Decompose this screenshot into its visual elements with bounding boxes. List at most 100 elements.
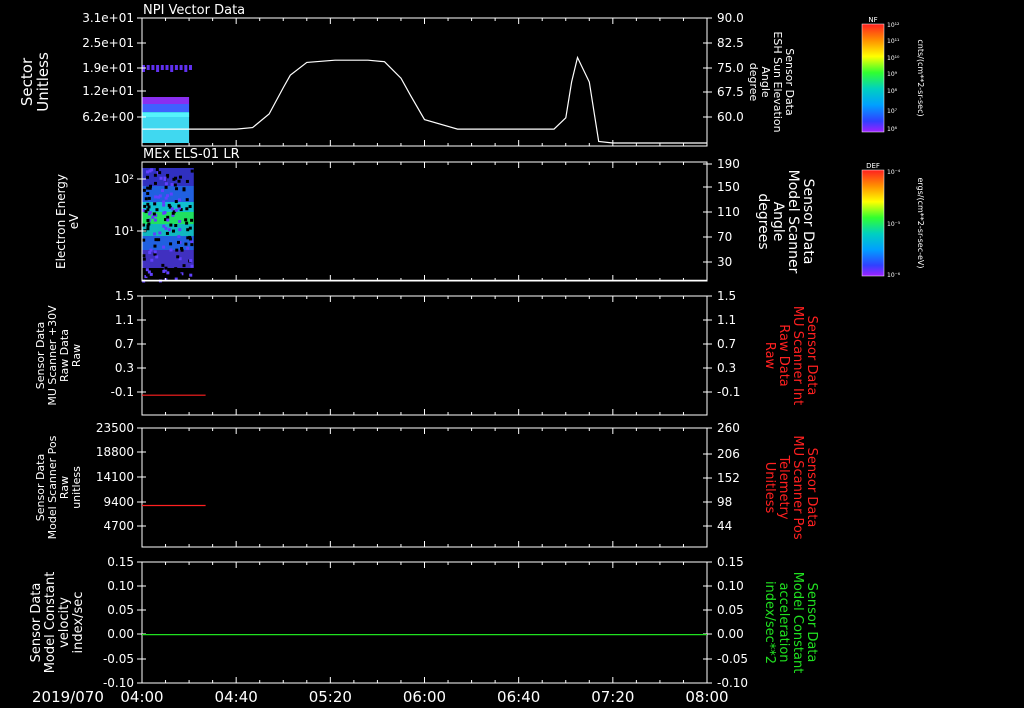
y-tick-label-right: 67.5	[717, 85, 744, 99]
els-heatmap-speckle	[177, 179, 181, 183]
colorbar-tick-label: 10¹⁰	[887, 55, 900, 62]
colorbar-tick-label: 10⁻⁶	[887, 272, 901, 279]
y-tick-label-right: 110	[717, 205, 740, 219]
y-tick-label-left: 10²	[114, 172, 134, 186]
els-heatmap-speckle	[170, 207, 174, 211]
els-heatmap-speckle	[142, 254, 146, 258]
x-tick-label: 08:00	[685, 688, 728, 706]
y-tick-label-right: -0.1	[717, 385, 740, 399]
els-heatmap-speckle	[184, 242, 188, 246]
x-tick-label: 06:00	[403, 688, 446, 706]
els-heatmap-speckle	[164, 226, 168, 230]
y-axis-label-right: Model Scanner	[785, 170, 801, 274]
multi-panel-timeseries-plot: 3.1e+01 2.5e+01 1.9e+01 1.2e+01 6.2e+00 90.0 8…	[18, 3, 925, 706]
els-heatmap-speckle	[190, 240, 194, 244]
els-heatmap-speckle	[158, 171, 162, 175]
y-axis-label-left: Electron Energy	[54, 174, 68, 269]
els-heatmap-speckle	[153, 232, 157, 236]
els-heatmap-speckle	[146, 224, 150, 228]
npi-heatmap	[142, 65, 192, 143]
y-tick-label-right: 152	[717, 471, 740, 485]
y-axis-label-left: index/sec	[71, 592, 86, 654]
panel-frame	[141, 17, 708, 147]
els-heatmap-speckle	[174, 200, 178, 204]
els-heatmap-speckle	[175, 187, 179, 191]
y-tick-label-left: -0.1	[111, 385, 134, 399]
y-tick-label-left: 0.05	[107, 603, 134, 617]
npi-heatmap-cell	[179, 65, 183, 70]
colorbar-els: DEF 10⁻⁴ 10⁻⁵ 10⁻⁶ ergs/(cm**2-sr-sec-eV)	[861, 162, 925, 279]
y-tick-label-left: 18800	[96, 445, 134, 459]
y-axis-label-right: Sensor Data	[800, 179, 816, 265]
npi-heatmap-cell	[156, 65, 160, 72]
els-heatmap-speckle	[164, 185, 168, 189]
els-heatmap-speckle	[164, 266, 168, 270]
y-tick-label-right: 90.0	[717, 11, 744, 25]
els-heatmap-speckle	[169, 272, 173, 276]
els-heatmap-speckle	[155, 255, 159, 259]
els-heatmap-speckle	[146, 175, 150, 179]
y-axis-label-left: Sensor Data	[29, 583, 44, 663]
panel-5: 0.150.100.050.00-0.05-0.100.150.100.050.…	[29, 555, 819, 690]
els-heatmap-speckle	[148, 251, 152, 255]
y-tick-label-right: 0.00	[717, 627, 744, 641]
els-heatmap-speckle	[169, 242, 173, 246]
y-tick-label-left: 0.10	[107, 579, 134, 593]
y-axis-label-left: Raw	[70, 344, 83, 367]
els-heatmap-speckle	[162, 203, 166, 207]
y-tick-label-left: -0.05	[103, 652, 134, 666]
els-heatmap-speckle	[185, 198, 189, 202]
colorbar-tick-label: 10⁻⁵	[887, 221, 901, 228]
y-tick-label-right: 70	[717, 230, 732, 244]
y-axis-label-right: Unitless	[762, 462, 777, 514]
x-tick-label: 06:40	[497, 688, 540, 706]
y-axis-label-right: Model Constant	[790, 572, 805, 674]
colorbar-tick-label: 10⁸	[887, 88, 898, 95]
y-tick-label-right: 60.0	[717, 110, 744, 124]
x-tick-label: 04:00	[120, 688, 163, 706]
colorbar-tick-label: 10⁷	[887, 108, 898, 115]
y-tick-label-left: 6.2e+00	[82, 110, 134, 124]
els-heatmap-speckle	[174, 208, 178, 212]
x-tick-label: 04:40	[215, 688, 258, 706]
y-tick-label-right: 75.0	[717, 61, 744, 75]
y-tick-label-left: 23500	[96, 421, 134, 435]
els-heatmap-speckle	[174, 267, 178, 271]
els-heatmap-speckle	[184, 218, 188, 222]
els-heatmap-speckle	[143, 204, 147, 208]
npi-heatmap-cell	[170, 65, 174, 72]
els-heatmap-speckle	[166, 218, 170, 222]
els-heatmap-speckle	[144, 197, 148, 201]
els-heatmap-speckle	[147, 205, 151, 209]
els-heatmap-speckle	[146, 186, 150, 190]
y-tick-label-left: 2.5e+01	[82, 36, 134, 50]
sun-elevation-line	[142, 55, 707, 144]
y-tick-label-right: 98	[717, 495, 732, 509]
y-tick-label-left: 1.9e+01	[82, 61, 134, 75]
els-heatmap-speckle	[190, 218, 194, 222]
y-tick-label-right: 44	[717, 519, 732, 533]
els-heatmap-speckle	[154, 238, 158, 242]
panel-frame	[141, 561, 708, 684]
colorbar-tick-label: 10¹²	[887, 22, 900, 29]
els-heatmap-speckle	[153, 244, 157, 248]
els-heatmap-speckle	[146, 191, 150, 195]
els-heatmap-speckle	[172, 177, 176, 181]
els-heatmap-speckle	[154, 195, 158, 199]
colorbar-swatch	[861, 169, 885, 277]
els-heatmap-speckle	[166, 271, 170, 275]
els-heatmap-speckle	[159, 176, 163, 180]
y-tick-label-right: 260	[717, 421, 740, 435]
els-heatmap-speckle	[189, 259, 193, 263]
y-axis-label-left: velocity	[57, 597, 72, 648]
y-tick-label-right: 190	[717, 157, 740, 171]
y-tick-label-right: 0.7	[717, 337, 736, 351]
els-heatmap-speckle	[169, 192, 173, 196]
els-heatmap-speckle	[177, 198, 181, 202]
y-tick-label-left: 0.7	[115, 337, 134, 351]
y-axis-label-left: Model Constant	[43, 572, 58, 674]
y-axis-label-right: acceleration	[776, 582, 791, 662]
colorbar-tick-label: 10⁻⁴	[887, 169, 901, 176]
els-heatmap-speckle	[180, 247, 184, 251]
els-heatmap-speckle	[153, 218, 157, 222]
